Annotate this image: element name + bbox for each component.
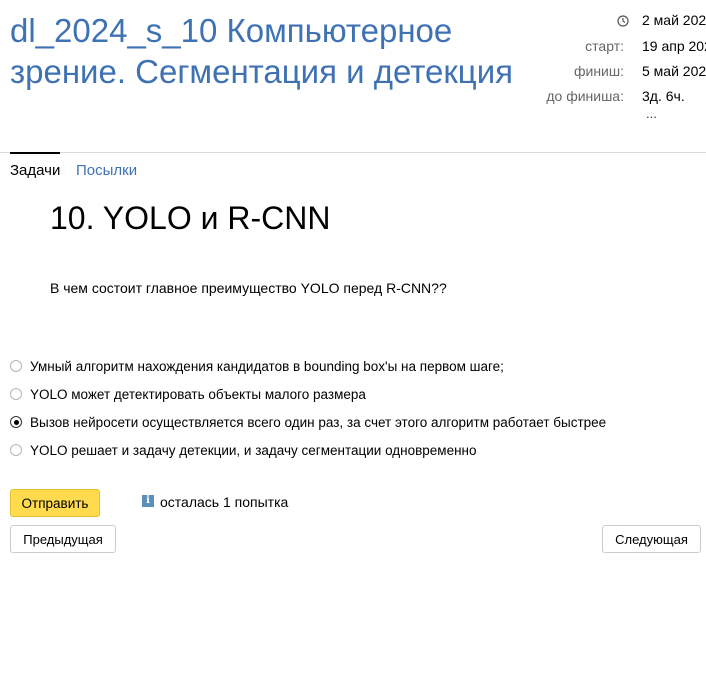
- tab-problems[interactable]: Задачи: [10, 162, 60, 179]
- active-tab-indicator: [10, 152, 60, 154]
- finish-value: 5 май 2024: [642, 63, 706, 79]
- remaining-value: 3д. 6ч.: [642, 88, 685, 104]
- start-value: 19 апр 2024: [642, 38, 706, 54]
- answer-option[interactable]: YOLO может детектировать объекты малого …: [10, 386, 700, 406]
- tab-submissions[interactable]: Посылки: [76, 162, 137, 179]
- answer-option-label: Вызов нейросети осуществляется всего оди…: [30, 415, 607, 430]
- start-row: старт: 19 апр 2024: [530, 38, 706, 58]
- info-icon: i: [142, 495, 154, 507]
- attempts-text: осталась 1 попытка: [160, 494, 289, 510]
- radio-button[interactable]: [10, 444, 22, 456]
- answer-option-label: Умный алгоритм нахождения кандидатов в b…: [30, 359, 504, 374]
- remaining-label: до финиша:: [546, 88, 624, 104]
- answer-option[interactable]: Умный алгоритм нахождения кандидатов в b…: [10, 358, 700, 378]
- problem-title: 10. YOLO и R-CNN: [50, 200, 331, 236]
- answer-option-label: YOLO может детектировать объекты малого …: [30, 387, 366, 402]
- finish-label: финиш:: [573, 63, 624, 79]
- submit-button[interactable]: Отправить: [10, 489, 100, 517]
- answer-option-label: YOLO решает и задачу детекции, и задачу …: [30, 443, 477, 458]
- current-date-row: 2 май 2024: [530, 12, 706, 32]
- answer-option[interactable]: YOLO решает и задачу детекции, и задачу …: [10, 442, 700, 462]
- finish-row: финиш: 5 май 2024: [530, 63, 706, 83]
- radio-button-selected[interactable]: [10, 416, 22, 428]
- contest-page: dl_2024_s_10 Компьютерное зрение. Сегмен…: [0, 0, 706, 687]
- clock-icon: [617, 15, 629, 27]
- start-label: старт:: [585, 38, 624, 54]
- radio-button[interactable]: [10, 388, 22, 400]
- radio-button[interactable]: [10, 360, 22, 372]
- remaining-row: до финиша: 3д. 6ч.: [530, 88, 706, 108]
- current-date: 2 май 2024: [642, 12, 706, 28]
- meta-more[interactable]: ...: [646, 106, 657, 121]
- answer-option[interactable]: Вызов нейросети осуществляется всего оди…: [10, 414, 700, 434]
- tabs-bar: Задачи Посылки: [0, 152, 706, 183]
- previous-button[interactable]: Предыдущая: [10, 525, 116, 553]
- problem-question: В чем состоит главное преимущество YOLO …: [50, 280, 447, 296]
- contest-title: dl_2024_s_10 Компьютерное зрение. Сегмен…: [10, 12, 513, 90]
- next-button[interactable]: Следующая: [602, 525, 701, 553]
